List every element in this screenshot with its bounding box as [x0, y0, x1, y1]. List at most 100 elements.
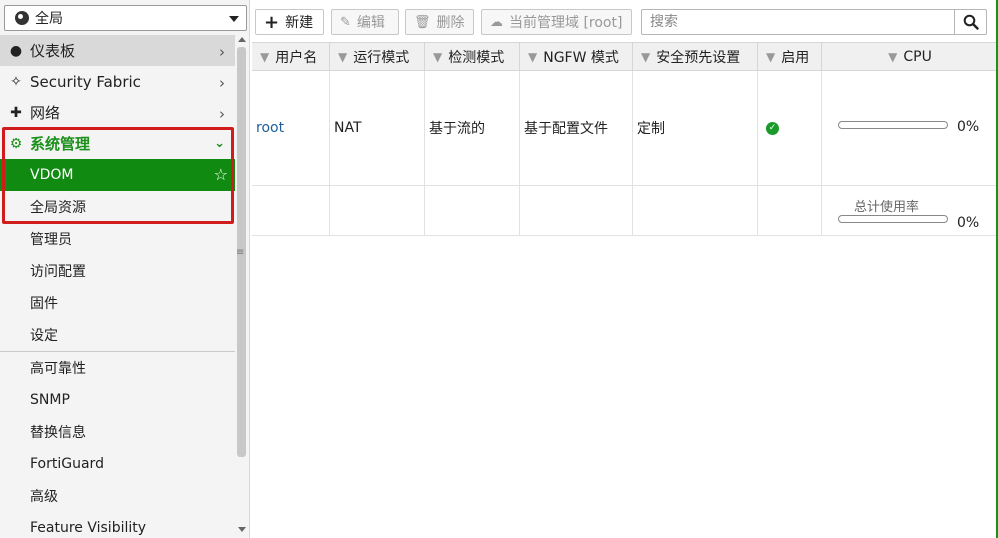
menu-item-label: 仪表板	[30, 42, 76, 60]
chevron-down-icon	[229, 16, 239, 22]
filter-icon[interactable]: ▼	[641, 50, 650, 64]
total-cell-empty	[520, 186, 633, 235]
toolbar: + 新建 ✎ 编辑 🗑 删除 ☁ 当前管理域 [root]	[250, 0, 998, 42]
menu-item-network[interactable]: ✚ 网络 ›	[0, 97, 235, 128]
search-button[interactable]	[954, 10, 986, 34]
column-header-mode[interactable]: ▼ 运行模式	[330, 43, 425, 70]
table-row[interactable]: root NAT 基于流的 基于配置文件 定制 ✓ 0%	[252, 71, 998, 186]
nav-menu: ● 仪表板 › ✧ Security Fabric › ✚ 网络 › ⚙ 系统管…	[0, 35, 235, 538]
chevron-right-icon: ›	[219, 105, 225, 123]
edit-button[interactable]: ✎ 编辑	[331, 9, 399, 35]
cell-enabled: ✓	[758, 71, 822, 185]
sidebar-scrollbar[interactable]: ≡	[235, 35, 249, 538]
total-cpu-percent: 0%	[957, 215, 980, 231]
menu-item-dashboard[interactable]: ● 仪表板 ›	[0, 35, 235, 66]
gear-icon: ⚙	[9, 135, 23, 152]
chevron-right-icon: ›	[219, 74, 225, 92]
total-usage-label: 总计使用率	[854, 200, 920, 215]
filter-icon[interactable]: ▼	[433, 50, 442, 64]
menu-item-snmp[interactable]: SNMP	[0, 384, 235, 416]
menu-item-label: 网络	[30, 104, 61, 122]
column-header-security[interactable]: ▼ 安全预先设置	[633, 43, 758, 70]
menu-item-label: SNMP	[30, 392, 70, 408]
search-box	[641, 9, 987, 35]
total-cell-empty	[758, 186, 822, 235]
column-header-cpu[interactable]: ▼ CPU	[822, 43, 998, 70]
menu-item-label: FortiGuard	[30, 456, 104, 472]
new-button-label: 新建	[285, 15, 314, 31]
filter-icon[interactable]: ▼	[888, 50, 897, 64]
menu-item-admin-profiles[interactable]: 访问配置	[0, 255, 235, 287]
menu-item-label: 全局资源	[30, 200, 86, 216]
manage-vdom-label: 当前管理域 [root]	[509, 15, 623, 31]
column-header-enabled[interactable]: ▼ 启用	[758, 43, 822, 70]
search-icon	[963, 14, 979, 30]
globe-icon	[15, 11, 29, 25]
menu-item-label: 设定	[30, 328, 58, 344]
chevron-right-icon: ›	[219, 43, 225, 61]
total-cell-empty	[633, 186, 758, 235]
total-cell-cpu: 总计使用率 0%	[822, 186, 998, 235]
vdom-name-link[interactable]: root	[256, 120, 284, 136]
menu-item-ha[interactable]: 高可靠性	[0, 352, 235, 384]
menu-item-label: 固件	[30, 296, 58, 312]
menu-item-label: Security Fabric	[30, 72, 141, 91]
new-button[interactable]: + 新建	[255, 9, 324, 35]
menu-item-label: VDOM	[30, 167, 74, 183]
cell-security: 定制	[633, 71, 758, 185]
menu-item-replacement-messages[interactable]: 替换信息	[0, 416, 235, 448]
filter-icon[interactable]: ▼	[766, 50, 775, 64]
plus-icon: +	[264, 11, 280, 33]
manage-vdom-button[interactable]: ☁ 当前管理域 [root]	[481, 9, 632, 35]
menu-item-advanced[interactable]: 高级	[0, 480, 235, 512]
cell-mode: NAT	[330, 71, 425, 185]
scroll-up-icon[interactable]	[238, 37, 246, 42]
menu-item-feature-visibility[interactable]: Feature Visibility	[0, 512, 235, 538]
menu-item-label: Feature Visibility	[30, 520, 147, 536]
cell-ngfw: 基于配置文件	[520, 71, 633, 185]
cpu-percent: 0%	[957, 119, 980, 135]
total-cell-empty	[252, 186, 330, 235]
table-total-row: 总计使用率 0%	[252, 186, 998, 236]
trash-icon: 🗑	[414, 14, 431, 30]
vdom-select-value: 全局	[35, 11, 63, 27]
delete-button[interactable]: 🗑 删除	[405, 9, 474, 35]
check-circle-icon: ✓	[766, 121, 779, 135]
cell-name: root	[252, 71, 330, 185]
edit-button-label: 编辑	[356, 15, 385, 31]
cpu-progress-bar	[838, 121, 948, 129]
menu-item-label: 高可靠性	[30, 361, 86, 377]
menu-item-fortiguard[interactable]: FortiGuard	[0, 448, 235, 480]
sidebar: 全局 ● 仪表板 › ✧ Security Fabric › ✚ 网络 › ⚙ …	[0, 0, 250, 538]
cell-cpu: 0%	[822, 71, 998, 185]
vdom-select[interactable]: 全局	[4, 5, 247, 31]
fabric-icon: ✧	[10, 73, 22, 90]
grip-icon: ≡	[236, 247, 245, 258]
filter-icon[interactable]: ▼	[338, 50, 347, 64]
menu-item-label: 替换信息	[30, 425, 86, 441]
total-cell-empty	[330, 186, 425, 235]
star-icon[interactable]: ☆	[214, 165, 228, 184]
menu-item-label: 访问配置	[30, 264, 86, 280]
menu-item-security-fabric[interactable]: ✧ Security Fabric ›	[0, 66, 235, 97]
cloud-icon: ☁	[490, 14, 503, 30]
dashboard-icon: ●	[9, 42, 23, 59]
scroll-down-icon[interactable]	[238, 527, 246, 532]
column-header-inspection[interactable]: ▼ 检测模式	[425, 43, 520, 70]
filter-icon[interactable]: ▼	[260, 50, 269, 64]
menu-item-global-resources[interactable]: 全局资源	[0, 191, 235, 223]
menu-item-admins[interactable]: 管理员	[0, 223, 235, 255]
cell-inspection: 基于流的	[425, 71, 520, 185]
column-header-name[interactable]: ▼ 用户名	[252, 43, 330, 70]
column-header-ngfw[interactable]: ▼ NGFW 模式	[520, 43, 633, 70]
network-icon: ✚	[10, 104, 22, 121]
menu-item-system[interactable]: ⚙ 系统管理 ⌄	[0, 128, 235, 159]
menu-item-vdom[interactable]: VDOM ☆	[0, 159, 235, 191]
menu-item-settings[interactable]: 设定	[0, 319, 235, 351]
delete-button-label: 删除	[436, 15, 465, 31]
table-header: ▼ 用户名 ▼ 运行模式 ▼ 检测模式 ▼ NGFW 模式 ▼ 安全预先设置 ▼ 启用 ▼ C…	[252, 42, 998, 71]
search-input[interactable]	[642, 10, 954, 34]
filter-icon[interactable]: ▼	[528, 50, 537, 64]
total-cell-empty	[425, 186, 520, 235]
menu-item-firmware[interactable]: 固件	[0, 287, 235, 319]
